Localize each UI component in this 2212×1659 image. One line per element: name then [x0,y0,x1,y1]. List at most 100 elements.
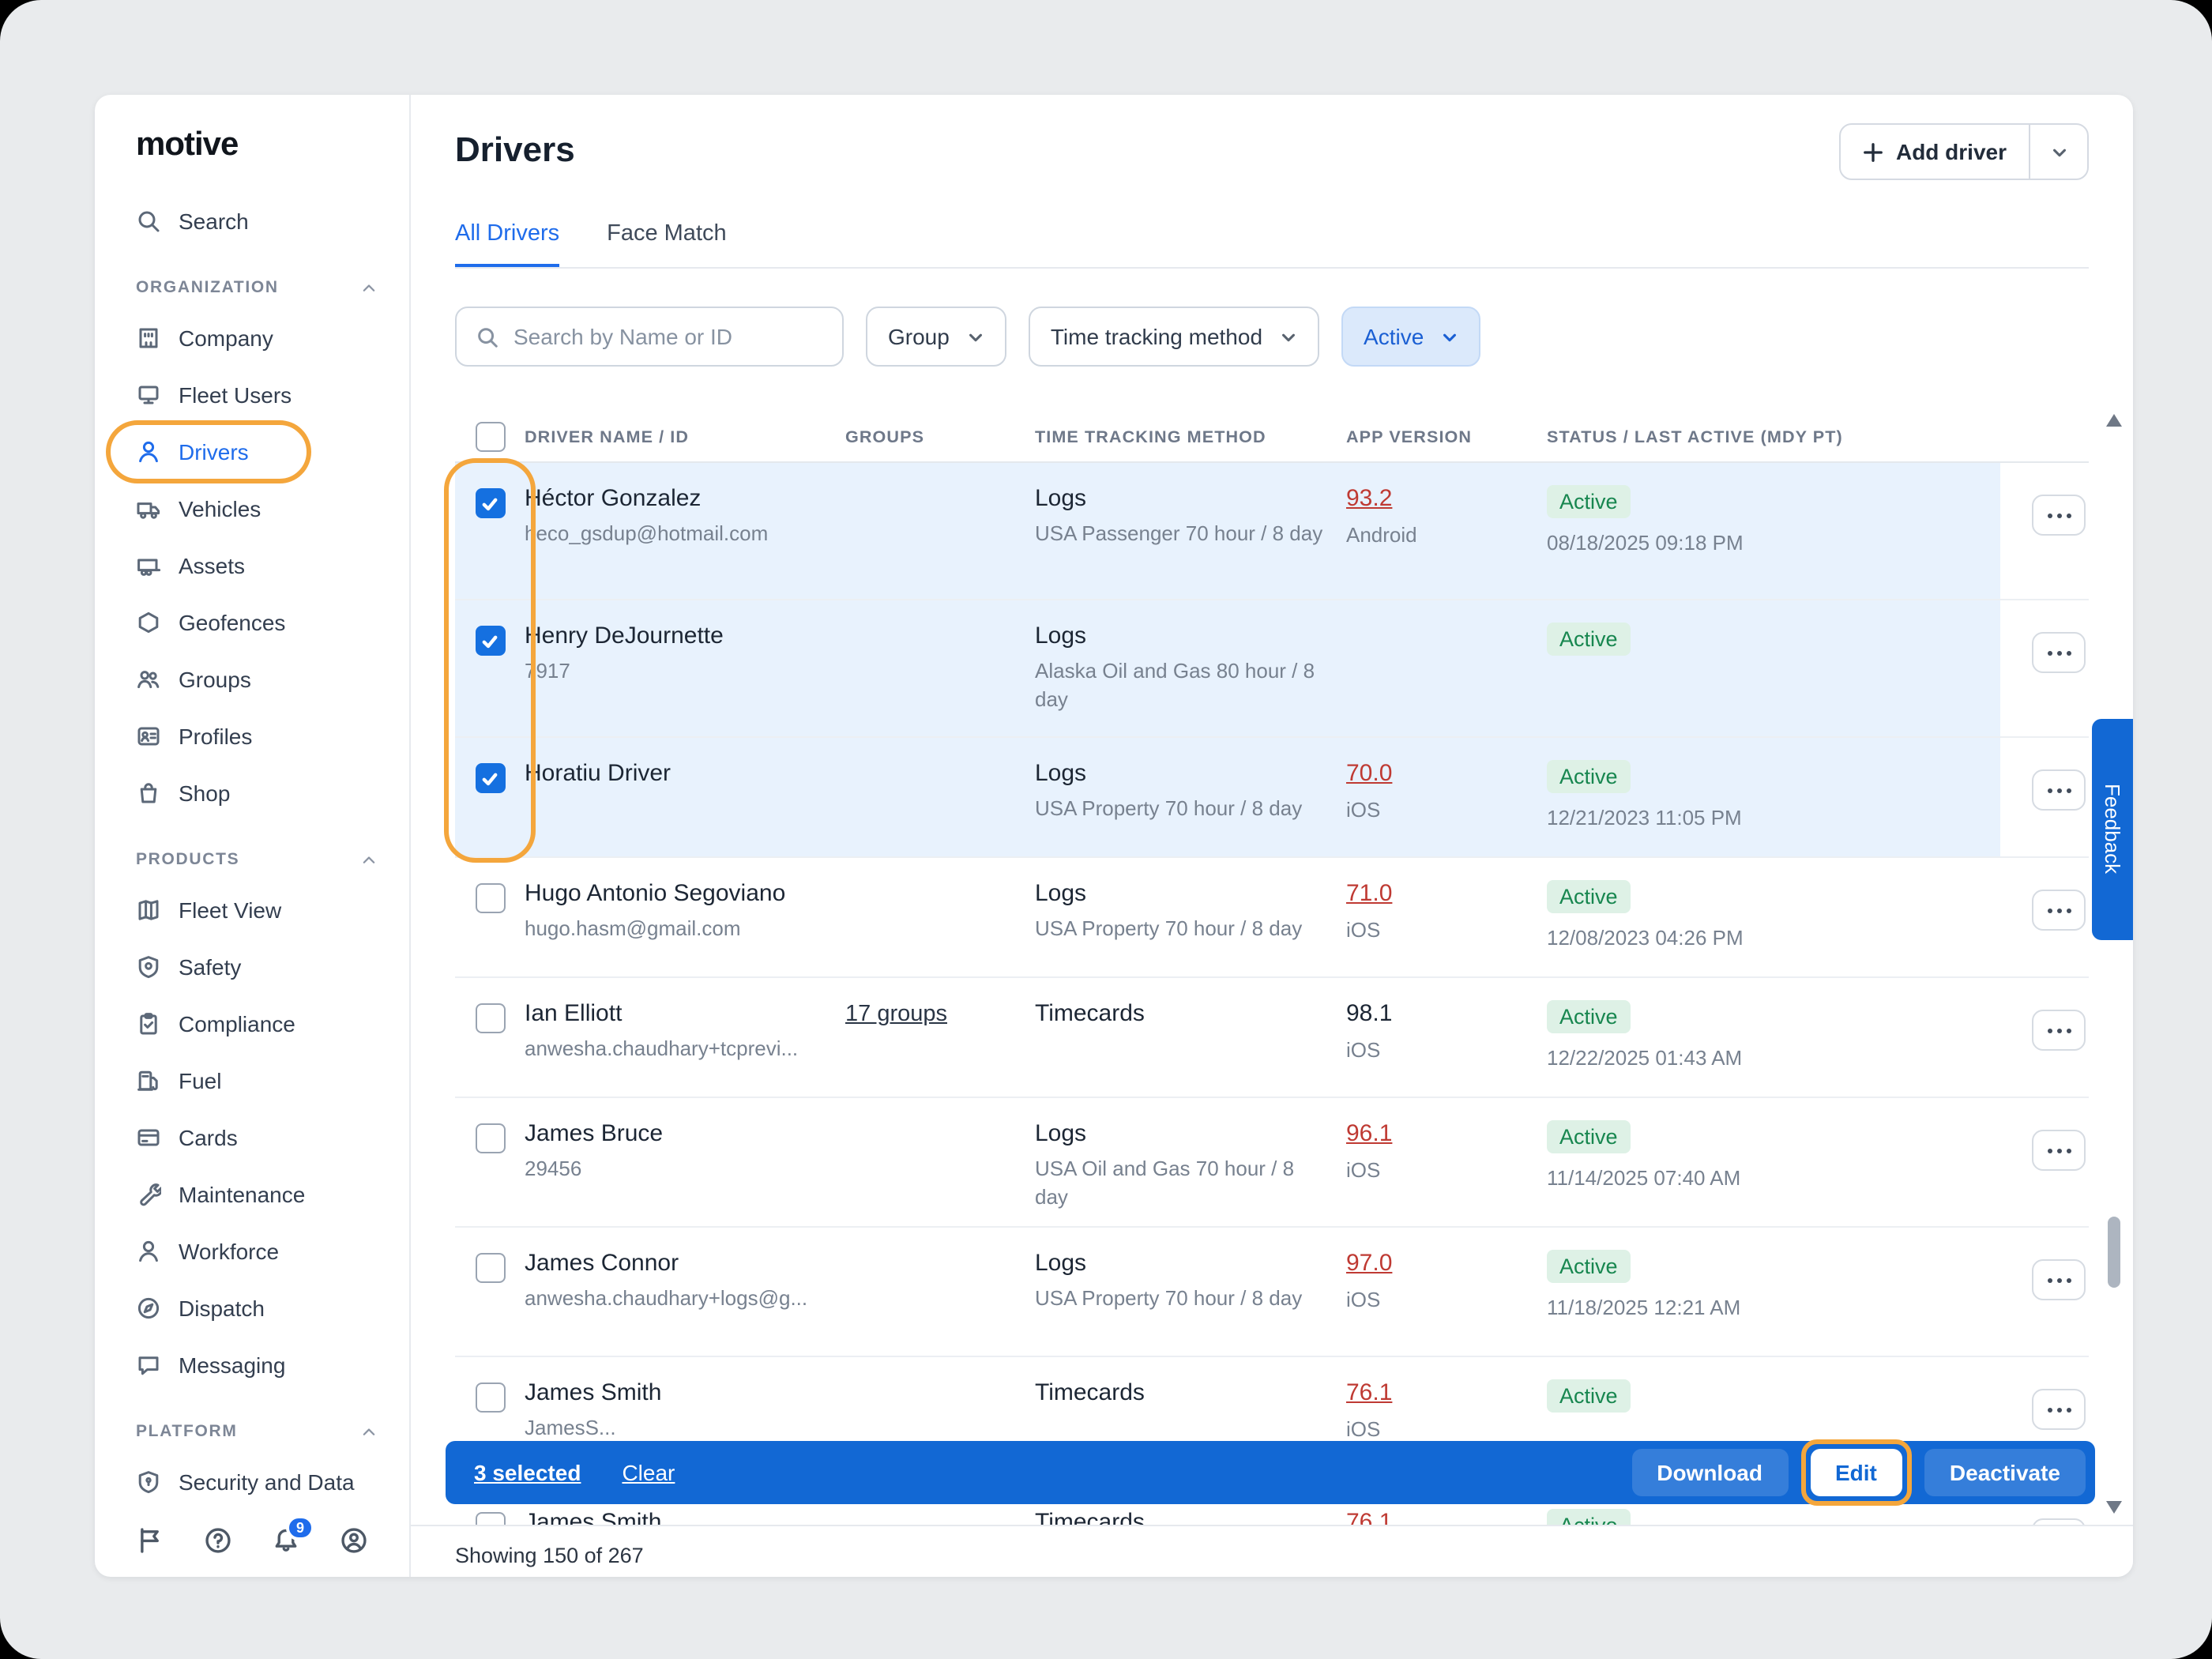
sidebar-item-compliance[interactable]: Compliance [95,995,409,1052]
clear-selection-link[interactable]: Clear [622,1460,675,1485]
selected-count-link[interactable]: 3 selected [474,1460,581,1485]
row-menu-button[interactable] [2032,890,2086,931]
sidebar-item-safety[interactable]: Safety [95,939,409,995]
sidebar-item-fuel[interactable]: Fuel [95,1052,409,1109]
motive-logo: motive [95,126,409,164]
chevron-up-icon [360,852,378,869]
sidebar-item-assets[interactable]: Assets [95,537,409,594]
sidebar-item-cards[interactable]: Cards [95,1109,409,1166]
help-icon[interactable] [204,1526,232,1555]
notifications-bell-icon[interactable]: 9 [272,1526,300,1555]
sidebar-item-drivers[interactable]: Drivers [95,423,409,480]
sidebar-item-search[interactable]: Search [95,193,409,250]
table-row[interactable]: Hugo Antonio Segovianohugo.hasm@gmail.co… [455,858,2089,978]
row-checkbox[interactable] [475,1512,505,1525]
sidebar-item-vehicles[interactable]: Vehicles [95,480,409,537]
fuel-pump-icon [136,1068,161,1093]
sidebar-item-company[interactable]: Company [95,310,409,367]
add-driver-dropdown-button[interactable] [2030,125,2087,179]
time-tracking-method-filter-dropdown[interactable]: Time tracking method [1029,307,1319,367]
sidebar-item-fleet-view[interactable]: Fleet View [95,882,409,939]
select-all-checkbox[interactable] [475,422,505,452]
column-header-status[interactable]: STATUS / LAST ACTIVE (MDY PT) [1547,427,2000,446]
table-row[interactable]: Horatiu Driver LogsUSA Property 70 hour … [455,738,2089,858]
search-icon [136,209,161,234]
app-version-link[interactable]: 76.1 [1346,1379,1392,1406]
sidebar-item-geofences[interactable]: Geofences [95,594,409,651]
app-version-link[interactable]: 96.1 [1346,1120,1392,1147]
table-row[interactable]: Ian Elliottanwesha.chaudhary+tcprevi... … [455,978,2089,1098]
row-menu-button[interactable] [2032,1010,2086,1051]
sidebar-section-platform[interactable]: PLATFORM [95,1394,409,1454]
scroll-down-arrow[interactable] [2103,1498,2125,1517]
app-version-link[interactable]: 71.0 [1346,880,1392,907]
download-button[interactable]: Download [1631,1449,1788,1496]
row-menu-button[interactable] [2032,1130,2086,1171]
table-row[interactable]: James Bruce29456 LogsUSA Oil and Gas 70 … [455,1098,2089,1228]
row-checkbox[interactable] [475,883,505,913]
scroll-up-arrow[interactable] [2103,411,2125,430]
edit-button[interactable]: Edit [1810,1449,1902,1496]
row-menu-button[interactable] [2032,495,2086,536]
chevron-down-icon [967,328,984,345]
sidebar-item-shop[interactable]: Shop [95,765,409,822]
groups-link[interactable]: 17 groups [845,1002,947,1027]
sidebar-item-workforce[interactable]: Workforce [95,1223,409,1280]
app-version-link[interactable]: 93.2 [1346,485,1392,512]
status-badge: Active [1547,623,1631,656]
sidebar-item-fleet-users[interactable]: Fleet Users [95,367,409,423]
row-checkbox[interactable] [475,1123,505,1153]
sidebar-item-maintenance[interactable]: Maintenance [95,1166,409,1223]
table-scrollbar[interactable] [2103,411,2125,1517]
chat-bubble-icon [136,1352,161,1378]
scrollbar-thumb[interactable] [2108,1217,2120,1288]
sidebar-item-messaging[interactable]: Messaging [95,1337,409,1394]
row-checkbox[interactable] [475,626,505,656]
shield-icon [136,954,161,980]
sidebar-item-dispatch[interactable]: Dispatch [95,1280,409,1337]
row-checkbox[interactable] [475,488,505,518]
sidebar-section-organization[interactable]: ORGANIZATION [95,250,409,310]
column-header-app-version[interactable]: APP VERSION [1346,427,1547,446]
row-menu-button[interactable] [2032,1389,2086,1430]
tab-all-drivers[interactable]: All Drivers [455,221,559,269]
table-footer: Showing 150 of 267 [411,1525,2133,1577]
sidebar-item-profiles[interactable]: Profiles [95,708,409,765]
row-menu-button[interactable] [2032,769,2086,811]
row-checkbox[interactable] [475,763,505,793]
table-row[interactable]: Héctor Gonzalezheco_gsdup@hotmail.com Lo… [455,463,2089,600]
driver-search-input[interactable] [514,324,823,349]
feedback-tab[interactable]: Feedback [2092,719,2133,940]
compass-icon [136,1296,161,1321]
sidebar-item-security-and-data[interactable]: Security and Data [95,1454,409,1510]
table-row[interactable]: James Connoranwesha.chaudhary+logs@g... … [455,1228,2089,1357]
row-checkbox[interactable] [475,1253,505,1283]
group-filter-dropdown[interactable]: Group [866,307,1006,367]
sidebar-item-groups[interactable]: Groups [95,651,409,708]
deactivate-button[interactable]: Deactivate [1924,1449,2086,1496]
status-badge: Active [1547,760,1631,793]
row-checkbox[interactable] [475,1003,505,1033]
row-menu-button[interactable] [2032,1518,2086,1525]
row-menu-button[interactable] [2032,632,2086,673]
chevron-up-icon [360,280,378,297]
sidebar-section-products[interactable]: PRODUCTS [95,822,409,882]
search-icon [476,325,499,348]
app-version-link[interactable]: 70.0 [1346,760,1392,787]
credit-card-icon [136,1125,161,1150]
status-badge: Active [1547,485,1631,518]
row-menu-button[interactable] [2032,1259,2086,1300]
column-header-time-tracking[interactable]: TIME TRACKING METHOD [1035,427,1346,446]
account-avatar-icon[interactable] [340,1526,368,1555]
row-checkbox[interactable] [475,1382,505,1413]
table-row[interactable]: Henry DeJournette7917 LogsAlaska Oil and… [455,600,2089,738]
app-version-link[interactable]: 97.0 [1346,1250,1392,1277]
column-header-groups[interactable]: GROUPS [845,427,1035,446]
app-version-link[interactable]: 76.1 [1346,1509,1392,1525]
column-header-driver-name[interactable]: DRIVER NAME / ID [525,427,845,446]
status-filter-dropdown[interactable]: Active [1341,307,1480,367]
add-driver-button[interactable]: Add driver [1841,125,2030,179]
tab-face-match[interactable]: Face Match [607,221,727,269]
tab-bar: All Drivers Face Match [455,221,727,269]
roadmap-flag-icon[interactable] [136,1526,164,1555]
